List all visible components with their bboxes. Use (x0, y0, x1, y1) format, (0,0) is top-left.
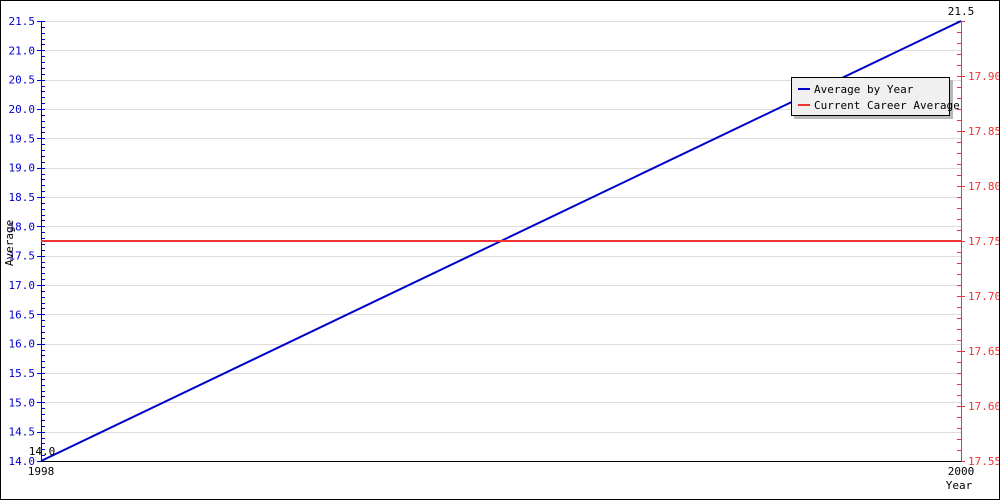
left-tick-label: 20.0 (9, 103, 36, 116)
legend-label: Current Career Average (814, 98, 960, 112)
x-axis-label: Year (946, 479, 973, 492)
x-tick-label: 2000 (948, 465, 975, 478)
legend: Average by Year Current Career Average (791, 77, 960, 116)
right-tick-label: 17.75 (968, 235, 1000, 248)
left-tick-label: 15.0 (9, 396, 36, 409)
left-tick-label: 20.5 (9, 74, 36, 87)
data-label: 14.0 (29, 445, 56, 458)
left-tick-label: 19.0 (9, 162, 36, 175)
legend-swatch-average-by-year (798, 88, 810, 90)
left-tick-label: 16.0 (9, 338, 36, 351)
right-tick-label: 17.65 (968, 345, 1000, 358)
left-tick-label: 18.5 (9, 191, 36, 204)
chart: 14.0 14.5 15.0 15.5 16.0 16.5 17.0 17.5 18.0 18.5… (0, 0, 1000, 500)
x-tick-label: 1998 (28, 465, 55, 478)
left-tick-label: 21.5 (9, 15, 36, 28)
y-axis-label: Average (3, 220, 16, 266)
legend-item-current-career-average: Current Career Average (798, 98, 960, 112)
right-tick-label: 17.85 (968, 125, 1000, 138)
right-tick-label: 17.70 (968, 290, 1000, 303)
left-tick-label: 17.0 (9, 279, 36, 292)
data-label: 21.5 (948, 5, 975, 18)
left-tick-label: 21.0 (9, 44, 36, 57)
right-tick-label: 17.60 (968, 400, 1000, 413)
right-tick-label: 17.80 (968, 180, 1000, 193)
right-tick-label: 17.90 (968, 70, 1000, 83)
left-tick-label: 15.5 (9, 367, 36, 380)
left-tick-label: 16.5 (9, 308, 36, 321)
legend-item-average-by-year: Average by Year (798, 82, 913, 96)
left-tick-label: 19.5 (9, 132, 36, 145)
legend-swatch-current-career-average (798, 104, 810, 106)
left-tick-label: 14.5 (9, 426, 36, 439)
legend-label: Average by Year (814, 82, 914, 96)
chart-svg: 14.014.515.015.516.016.517.017.518.018.5… (3, 5, 1000, 492)
